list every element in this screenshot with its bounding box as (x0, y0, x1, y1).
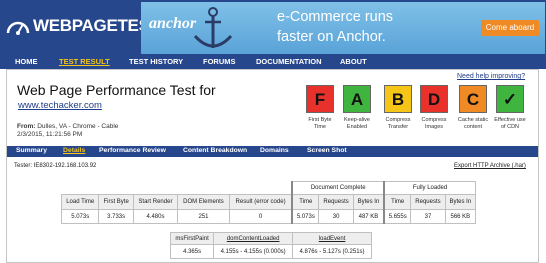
col-doc-time: Time (291, 194, 320, 210)
cell-ms-first-paint: 4.365s (169, 244, 215, 259)
nav-about[interactable]: ABOUT (340, 57, 367, 66)
test-info: From: Dulles, VA - Chrome - Cable 2/3/20… (17, 123, 118, 139)
from-value: Dulles, VA - Chrome - Cable (37, 123, 119, 130)
grade-compress-transfer[interactable]: B (384, 85, 412, 113)
test-date: 2/3/2015, 11:21:56 PM (17, 131, 83, 138)
export-har-link[interactable]: Export HTTP Archive (.har) (454, 163, 526, 169)
ad-headline-line1: e-Commerce runs (277, 9, 394, 25)
nav-test-result[interactable]: TEST RESULT (59, 57, 110, 66)
page-title: Web Page Performance Test for (17, 82, 216, 98)
cell-load-time: 5.073s (60, 209, 100, 224)
col-full-time: Time (383, 194, 412, 210)
col-full-requests: Requests (410, 194, 446, 210)
ad-headline-line2: faster on Anchor. (277, 29, 386, 45)
tab-summary[interactable]: Summary (16, 147, 47, 154)
col-result-code: Result (error code) (228, 194, 293, 210)
cell-result-code: 0 (228, 209, 293, 224)
col-doc-requests: Requests (318, 194, 354, 210)
tab-details[interactable]: Details (63, 147, 85, 154)
col-load-event[interactable]: loadEvent (292, 232, 372, 245)
ad-cta-button[interactable]: Come aboard (481, 20, 539, 36)
results-table: Document Complete Fully Loaded Load Time… (60, 181, 477, 224)
cell-dom-content-loaded: 4.155s - 4.155s (0.000s) (213, 244, 294, 259)
main-nav: HOME TEST RESULT TEST HISTORY FORUMS DOC… (0, 57, 546, 69)
table-row: 4.365s 4.155s - 4.155s (0.000s) 4.876s -… (169, 244, 372, 259)
tab-screen-shot[interactable]: Screen Shot (307, 147, 347, 154)
speedometer-icon (6, 21, 30, 35)
timings-table: msFirstPaint domContentLoaded loadEvent … (169, 232, 372, 259)
cell-load-event: 4.876s - 5.127s (0.251s) (292, 244, 372, 259)
col-doc-bytes: Bytes In (352, 194, 385, 210)
col-ms-first-paint: msFirstPaint (169, 232, 215, 245)
grade-first-byte-time[interactable]: F (306, 85, 334, 113)
col-start-render: Start Render (132, 194, 179, 210)
ad-headline: e-Commerce runs faster on Anchor. (277, 7, 485, 47)
advertisement-banner[interactable]: anchor e-Commerce runs faster on Anchor.… (141, 2, 545, 54)
col-load-time: Load Time (60, 194, 100, 210)
tab-content-breakdown[interactable]: Content Breakdown (183, 147, 247, 154)
cell-doc-requests: 30 (318, 209, 354, 224)
col-first-byte: First Byte (98, 194, 134, 210)
tab-performance-review[interactable]: Performance Review (99, 147, 166, 154)
cell-dom-elements: 251 (177, 209, 230, 224)
cell-full-requests: 37 (410, 209, 446, 224)
table-row: 5.073s 3.733s 4.480s 251 0 5.073s 30 487… (60, 209, 477, 224)
top-banner: WEBPAGETEST anchor e-Commerce runs faste… (0, 0, 546, 58)
grade-label-first-byte-time: First Byte Time (308, 117, 332, 130)
col-dom-content-loaded[interactable]: domContentLoaded (213, 232, 294, 245)
col-full-bytes: Bytes In (444, 194, 477, 210)
results-spacer (61, 181, 293, 195)
group-document-complete: Document Complete (291, 181, 385, 195)
need-help-link[interactable]: Need help improving? (457, 73, 525, 80)
logo[interactable]: WEBPAGETEST (6, 15, 160, 37)
grade-label-cache-static: Cache static content (457, 117, 489, 130)
cell-full-bytes: 566 KB (444, 209, 477, 224)
grade-label-cdn: Effective use of CDN (494, 117, 526, 130)
cell-full-time: 5.655s (383, 209, 412, 224)
cell-first-byte: 3.733s (98, 209, 134, 224)
cell-doc-bytes: 487 KB (352, 209, 385, 224)
tested-url-link[interactable]: www.techacker.com (18, 100, 102, 111)
nav-documentation[interactable]: DOCUMENTATION (256, 57, 322, 66)
nav-home[interactable]: HOME (15, 57, 38, 66)
grade-label-compress-images: Compress Images (421, 117, 447, 130)
grade-label-compress-transfer: Compress Transfer (385, 117, 411, 130)
nav-test-history[interactable]: TEST HISTORY (129, 57, 183, 66)
group-fully-loaded: Fully Loaded (383, 181, 477, 195)
cell-start-render: 4.480s (132, 209, 179, 224)
col-dom-elements: DOM Elements (177, 194, 230, 210)
tab-domains[interactable]: Domains (260, 147, 289, 154)
grade-keep-alive[interactable]: A (343, 85, 371, 113)
grade-label-keep-alive: Keep-alive Enabled (344, 117, 370, 130)
grade-compress-images[interactable]: D (420, 85, 448, 113)
anchor-icon (193, 7, 233, 48)
nav-forums[interactable]: FORUMS (203, 57, 236, 66)
from-label: From: (17, 123, 36, 130)
grade-cache-static[interactable]: C (459, 85, 487, 113)
cell-doc-time: 5.073s (291, 209, 320, 224)
results-subnav: Summary Details Performance Review Conte… (7, 146, 538, 157)
grade-cdn[interactable]: ✓ (496, 85, 524, 113)
tester-info: Tester: IE8302-192.168.103.92 (14, 163, 97, 169)
